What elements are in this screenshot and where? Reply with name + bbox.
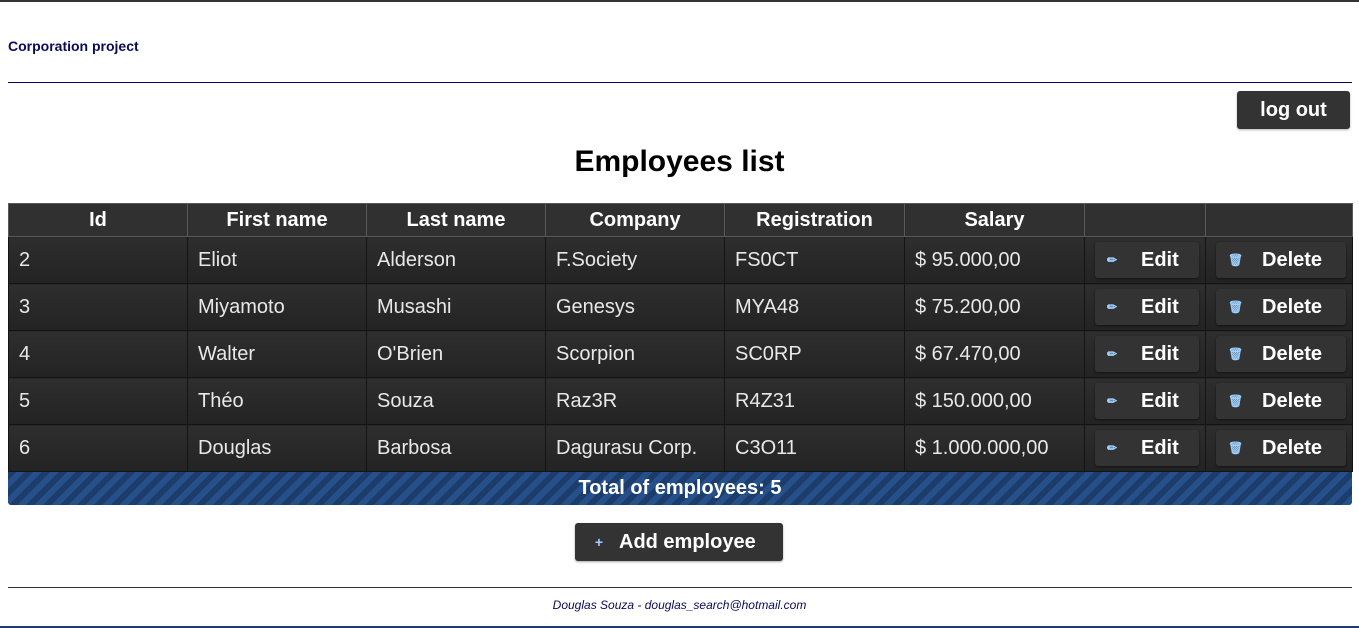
cell-salary: $ 1.000.000,00 [904, 424, 1085, 472]
cell-last-name: Musashi [366, 283, 546, 331]
pencil-icon: ✏ [1107, 441, 1118, 455]
delete-button-label: Delete [1262, 389, 1323, 412]
table-body: 2 Eliot Alderson F.Society FS0CT $ 95.00… [8, 236, 1353, 472]
delete-button[interactable]: 🗑 Delete [1216, 336, 1346, 372]
cell-last-name: Alderson [366, 236, 546, 284]
edit-button-label: Edit [1141, 295, 1179, 318]
trash-icon: 🗑 [1228, 347, 1244, 361]
cell-edit: ✏ Edit [1084, 424, 1206, 472]
cell-salary: $ 150.000,00 [904, 377, 1085, 425]
cell-company: Raz3R [545, 377, 725, 425]
page-title: Employees list [574, 145, 785, 178]
delete-button[interactable]: 🗑 Delete [1216, 383, 1346, 419]
edit-button-label: Edit [1141, 389, 1179, 412]
pencil-icon: ✏ [1107, 300, 1118, 314]
cell-delete: 🗑 Delete [1205, 236, 1353, 284]
edit-button-label: Edit [1141, 248, 1179, 271]
edit-button-label: Edit [1141, 342, 1179, 365]
cell-registration: SC0RP [724, 330, 905, 378]
column-header-edit [1084, 203, 1206, 237]
delete-button-label: Delete [1262, 342, 1323, 365]
pencil-icon: ✏ [1107, 394, 1118, 408]
column-header-last-name: Last name [366, 203, 546, 237]
delete-button-label: Delete [1262, 295, 1323, 318]
pencil-icon: ✏ [1107, 347, 1118, 361]
cell-first-name: Miyamoto [187, 283, 367, 331]
brand-title: Corporation project [8, 38, 139, 54]
cell-first-name: Douglas [187, 424, 367, 472]
delete-button-label: Delete [1262, 436, 1323, 459]
table-row: 3 Miyamoto Musashi Genesys MYA48 $ 75.20… [8, 283, 1353, 331]
cell-last-name: Souza [366, 377, 546, 425]
delete-button[interactable]: 🗑 Delete [1216, 430, 1346, 466]
table-row: 5 Théo Souza Raz3R R4Z31 $ 150.000,00 ✏ … [8, 377, 1353, 425]
column-header-first-name: First name [187, 203, 367, 237]
table-header: Id First name Last name Company Registra… [8, 203, 1353, 237]
cell-last-name: O'Brien [366, 330, 546, 378]
column-header-salary: Salary [904, 203, 1085, 237]
cell-salary: $ 75.200,00 [904, 283, 1085, 331]
cell-edit: ✏ Edit [1084, 330, 1206, 378]
cell-delete: 🗑 Delete [1205, 330, 1353, 378]
edit-button[interactable]: ✏ Edit [1095, 242, 1199, 278]
add-employee-button[interactable]: + Add employee [575, 523, 783, 561]
edit-button[interactable]: ✏ Edit [1095, 430, 1199, 466]
trash-icon: 🗑 [1228, 394, 1244, 408]
cell-company: F.Society [545, 236, 725, 284]
cell-delete: 🗑 Delete [1205, 283, 1353, 331]
cell-edit: ✏ Edit [1084, 283, 1206, 331]
edit-button[interactable]: ✏ Edit [1095, 383, 1199, 419]
edit-button[interactable]: ✏ Edit [1095, 289, 1199, 325]
column-header-delete [1205, 203, 1353, 237]
header-divider [8, 82, 1352, 83]
footer-credits: Douglas Souza - douglas_search@hotmail.c… [552, 598, 807, 612]
edit-button-label: Edit [1141, 436, 1179, 459]
plus-icon: + [594, 534, 604, 550]
cell-company: Scorpion [545, 330, 725, 378]
cell-id: 3 [8, 283, 188, 331]
delete-button[interactable]: 🗑 Delete [1216, 289, 1346, 325]
delete-button[interactable]: 🗑 Delete [1216, 242, 1346, 278]
pencil-icon: ✏ [1107, 253, 1118, 267]
cell-salary: $ 67.470,00 [904, 330, 1085, 378]
column-header-registration: Registration [724, 203, 905, 237]
cell-salary: $ 95.000,00 [904, 236, 1085, 284]
cell-company: Dagurasu Corp. [545, 424, 725, 472]
cell-id: 4 [8, 330, 188, 378]
edit-button[interactable]: ✏ Edit [1095, 336, 1199, 372]
table-row: 4 Walter O'Brien Scorpion SC0RP $ 67.470… [8, 330, 1353, 378]
total-employees-bar: Total of employees: 5 [8, 472, 1352, 505]
cell-registration: C3O11 [724, 424, 905, 472]
top-border [0, 0, 1359, 2]
table-row: 6 Douglas Barbosa Dagurasu Corp. C3O11 $… [8, 424, 1353, 472]
cell-first-name: Walter [187, 330, 367, 378]
cell-first-name: Eliot [187, 236, 367, 284]
trash-icon: 🗑 [1228, 300, 1244, 314]
cell-id: 2 [8, 236, 188, 284]
logout-button[interactable]: log out [1237, 91, 1350, 129]
cell-registration: MYA48 [724, 283, 905, 331]
cell-registration: FS0CT [724, 236, 905, 284]
cell-company: Genesys [545, 283, 725, 331]
cell-id: 5 [8, 377, 188, 425]
trash-icon: 🗑 [1228, 253, 1244, 267]
delete-button-label: Delete [1262, 248, 1323, 271]
column-header-id: Id [8, 203, 188, 237]
cell-registration: R4Z31 [724, 377, 905, 425]
footer-divider [8, 587, 1352, 588]
cell-edit: ✏ Edit [1084, 377, 1206, 425]
table-row: 2 Eliot Alderson F.Society FS0CT $ 95.00… [8, 236, 1353, 284]
cell-delete: 🗑 Delete [1205, 377, 1353, 425]
add-employee-label: Add employee [619, 530, 756, 553]
cell-id: 6 [8, 424, 188, 472]
cell-last-name: Barbosa [366, 424, 546, 472]
cell-delete: 🗑 Delete [1205, 424, 1353, 472]
trash-icon: 🗑 [1228, 441, 1244, 455]
cell-first-name: Théo [187, 377, 367, 425]
cell-edit: ✏ Edit [1084, 236, 1206, 284]
employees-table: Id First name Last name Company Registra… [8, 203, 1353, 472]
column-header-company: Company [545, 203, 725, 237]
